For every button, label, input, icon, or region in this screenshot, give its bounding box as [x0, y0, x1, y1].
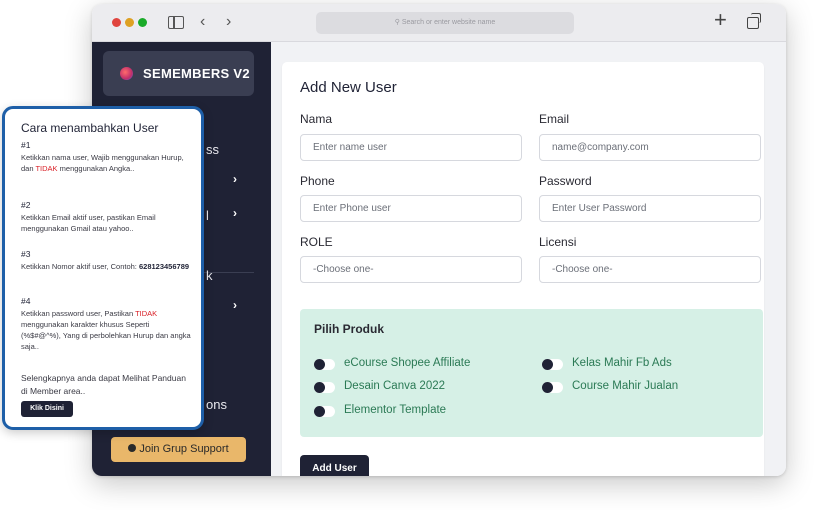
- email-input[interactable]: [539, 134, 761, 161]
- step-text: Ketikkan nama user, Wajib menggunakan Hu…: [21, 152, 191, 174]
- step-text-part: Ketikkan password user, Pastikan: [21, 309, 136, 318]
- brand-header[interactable]: SEMEMBERS V2: [103, 51, 254, 96]
- sidebar-toggle-icon[interactable]: [168, 16, 184, 29]
- step-number: #2: [21, 200, 31, 210]
- chevron-right-icon[interactable]: ›: [233, 298, 237, 312]
- step-number: #1: [21, 140, 31, 150]
- klik-disini-button[interactable]: Klik Disini: [21, 401, 73, 417]
- tabs-overview-icon[interactable]: [747, 13, 761, 29]
- email-label: Email: [539, 112, 570, 126]
- browser-titlebar: ‹ › ⚲ Search or enter website name +: [92, 4, 786, 42]
- nama-input[interactable]: [300, 134, 522, 161]
- sidebar-item-label[interactable]: ons: [206, 397, 227, 412]
- step-text-part: menggunakan karakter khusus Seperti (%$#…: [21, 320, 191, 351]
- close-window-button[interactable]: [112, 18, 121, 27]
- nama-label: Nama: [300, 112, 333, 126]
- address-placeholder: Search or enter website name: [401, 19, 496, 26]
- step-text-part: Ketikkan Email aktif user, pastikan Emai…: [21, 213, 156, 233]
- produk-title: Pilih Produk: [314, 322, 385, 336]
- back-icon[interactable]: ‹: [200, 13, 205, 31]
- step-text: Ketikkan Email aktif user, pastikan Emai…: [21, 212, 191, 234]
- step-text: Ketikkan Nomor aktif user, Contoh: 62812…: [21, 261, 191, 272]
- guide-footer: Selengkapnya anda dapat Melihat Panduan …: [21, 373, 186, 396]
- stage: ‹ › ⚲ Search or enter website name + SEM…: [0, 0, 819, 510]
- sidebar-item-label[interactable]: l: [206, 208, 209, 223]
- page-title: Add New User: [300, 79, 397, 96]
- main-content: Add New User Nama Email Phone Password R…: [271, 42, 786, 476]
- chevron-right-icon[interactable]: ›: [233, 206, 237, 220]
- support-icon: [128, 444, 137, 452]
- new-tab-icon[interactable]: +: [714, 9, 727, 31]
- phone-input[interactable]: [300, 195, 522, 222]
- step-text-part: menggunakan Angka..: [57, 164, 135, 173]
- toggle-switch[interactable]: [314, 406, 335, 417]
- forward-icon[interactable]: ›: [226, 13, 231, 31]
- join-support-button[interactable]: Join Grup Support: [111, 437, 246, 462]
- search-icon: ⚲: [394, 19, 400, 26]
- produk-label: Kelas Mahir Fb Ads: [572, 357, 672, 369]
- sidebar-item-label[interactable]: ss: [206, 142, 219, 157]
- support-button-label: Join Grup Support: [139, 443, 229, 455]
- produk-label: Course Mahir Jualan: [572, 380, 679, 392]
- role-label: ROLE: [300, 235, 333, 249]
- role-select[interactable]: -Choose one-: [300, 256, 522, 283]
- minimize-window-button[interactable]: [125, 18, 134, 27]
- produk-label: eCourse Shopee Affiliate: [344, 357, 471, 369]
- address-bar[interactable]: ⚲ Search or enter website name: [316, 12, 574, 34]
- guide-title: Cara menambahkan User: [21, 121, 159, 135]
- add-user-card: Add New User Nama Email Phone Password R…: [282, 62, 764, 476]
- chevron-right-icon[interactable]: ›: [233, 172, 237, 186]
- warning-text: TIDAK: [35, 164, 58, 173]
- add-user-button[interactable]: Add User: [300, 455, 369, 476]
- licensi-select[interactable]: -Choose one-: [539, 256, 761, 283]
- toggle-switch[interactable]: [314, 382, 335, 393]
- warning-text: TIDAK: [135, 309, 158, 318]
- produk-label: Desain Canva 2022: [344, 380, 446, 392]
- toggle-switch[interactable]: [542, 382, 563, 393]
- step-number: #4: [21, 296, 31, 306]
- phone-label: Phone: [300, 174, 335, 188]
- step-text-part: Ketikkan Nomor aktif user, Contoh:: [21, 262, 139, 271]
- brand-logo-icon: [120, 67, 133, 80]
- produk-label: Elementor Template: [344, 404, 447, 416]
- step-text: Ketikkan password user, Pastikan TIDAK m…: [21, 308, 191, 352]
- sidebar-item-label[interactable]: k: [206, 268, 213, 283]
- step-number: #3: [21, 249, 31, 259]
- password-input[interactable]: [539, 195, 761, 222]
- brand-name: SEMEMBERS V2: [143, 66, 250, 81]
- toggle-switch[interactable]: [542, 359, 563, 370]
- example-phone: 628123456789: [138, 262, 190, 271]
- produk-section: Pilih Produk eCourse Shopee Affiliate Ke…: [300, 309, 763, 437]
- password-label: Password: [539, 174, 592, 188]
- maximize-window-button[interactable]: [138, 18, 147, 27]
- guide-popup: Cara menambahkan User #1 Ketikkan nama u…: [2, 106, 204, 430]
- licensi-label: Licensi: [539, 235, 577, 249]
- toggle-switch[interactable]: [314, 359, 335, 370]
